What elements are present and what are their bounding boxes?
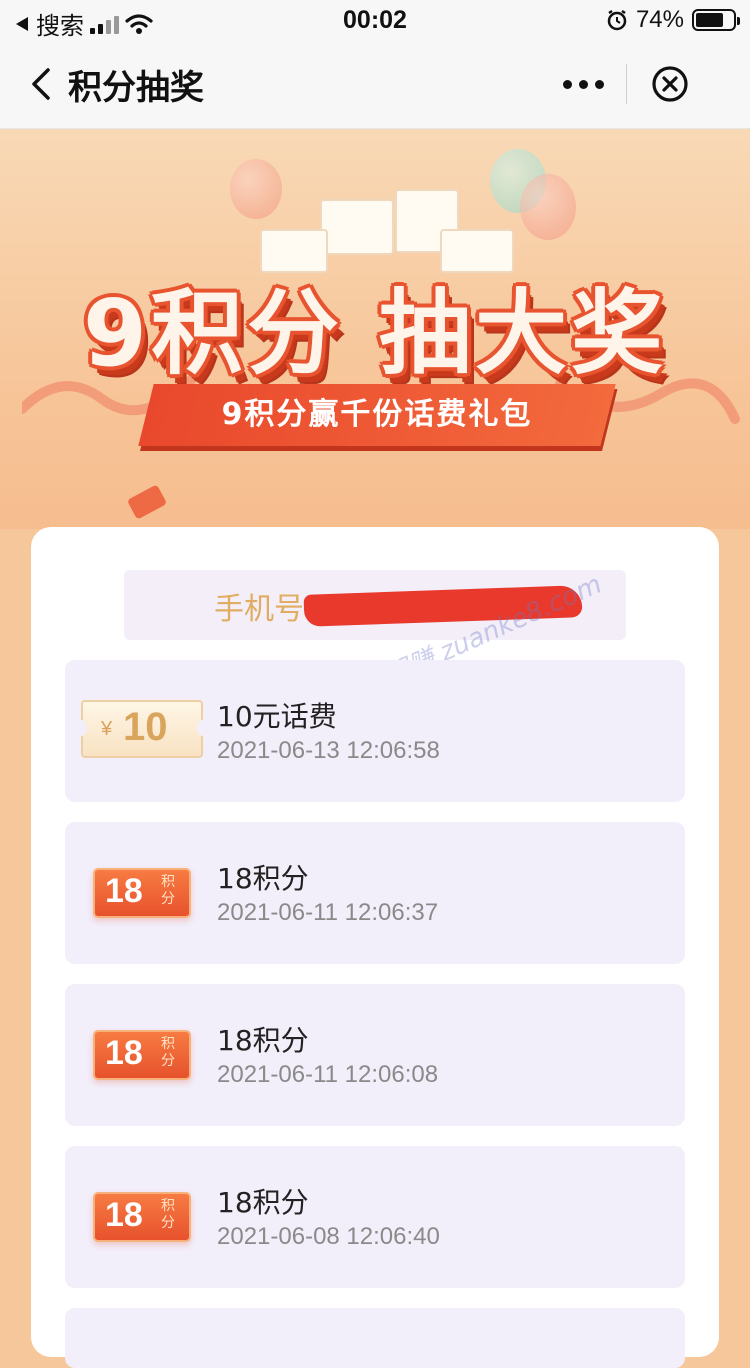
more-dot-icon: [578, 79, 588, 89]
balloon-decoration: [230, 159, 282, 219]
close-button[interactable]: [627, 54, 713, 114]
lottery-banner: 9积分 抽大奖 9积分赢千份话费礼包: [0, 129, 750, 529]
list-item: ¥ 10 10元话费 2021-06-13 12:06:58: [65, 660, 685, 802]
prize-title: 18积分: [217, 1024, 309, 1057]
confetti-decoration: [126, 484, 168, 520]
more-dot-icon: [594, 79, 604, 89]
close-circle-icon: [652, 66, 688, 102]
phone-label: 手机号: [214, 592, 304, 627]
list-item: 18 积分 18积分 2021-06-08 12:06:40: [65, 1146, 685, 1288]
status-right: 74%: [606, 6, 740, 34]
list-item: [65, 1308, 685, 1368]
prize-time: 2021-06-08 12:06:40: [217, 1223, 440, 1250]
coupon-amount: 18: [105, 872, 143, 910]
points-coupon-icon: 18 积分: [93, 1030, 191, 1080]
coupon-amount: 10: [123, 705, 168, 749]
prize-title: 18积分: [217, 1186, 309, 1219]
list-item: 18 积分 18积分 2021-06-11 12:06:08: [65, 984, 685, 1126]
prize-time: 2021-06-13 12:06:58: [217, 737, 440, 764]
more-dot-icon: [562, 79, 572, 89]
list-item: 18 积分 18积分 2021-06-11 12:06:37: [65, 822, 685, 964]
status-bar: 搜索 00:02 74%: [0, 0, 750, 40]
points-coupon-icon: 18 积分: [93, 868, 191, 918]
battery-icon: [692, 9, 740, 31]
points-coupon-icon: 18 积分: [93, 1192, 191, 1242]
gift-box-decoration: [320, 199, 394, 255]
alarm-icon: [607, 9, 627, 31]
coupon-amount: 18: [105, 1034, 143, 1072]
prize-title: 18积分: [217, 862, 309, 895]
navigation-bar: 积分抽奖: [0, 40, 750, 129]
coupon-currency: ¥: [101, 718, 113, 740]
coupon-unit: 积分: [161, 1198, 175, 1231]
cash-coupon-icon: ¥ 10: [75, 700, 209, 758]
battery-percent: 74%: [635, 6, 684, 33]
coupon-unit: 积分: [161, 1036, 175, 1069]
more-menu-button[interactable]: [540, 54, 626, 114]
coupon-unit: 积分: [161, 874, 175, 907]
prize-title: 10元话费: [217, 700, 337, 733]
banner-headline: 9积分 抽大奖: [82, 280, 668, 387]
coupon-amount: 18: [105, 1196, 143, 1234]
page-title: 积分抽奖: [68, 68, 204, 108]
back-chevron-icon[interactable]: [24, 62, 64, 106]
mini-program-capsule: [540, 54, 714, 114]
banner-subline: 9积分赢千份话费礼包: [221, 397, 533, 432]
prize-time: 2021-06-11 12:06:37: [217, 899, 439, 926]
prize-records-card: 手机号 赚客吧，有奖一起赚 zuanke8.com ¥ 10 10元话费 202…: [31, 527, 719, 1368]
prize-time: 2021-06-11 12:06:08: [217, 1061, 439, 1088]
balloon-decoration: [520, 174, 576, 240]
